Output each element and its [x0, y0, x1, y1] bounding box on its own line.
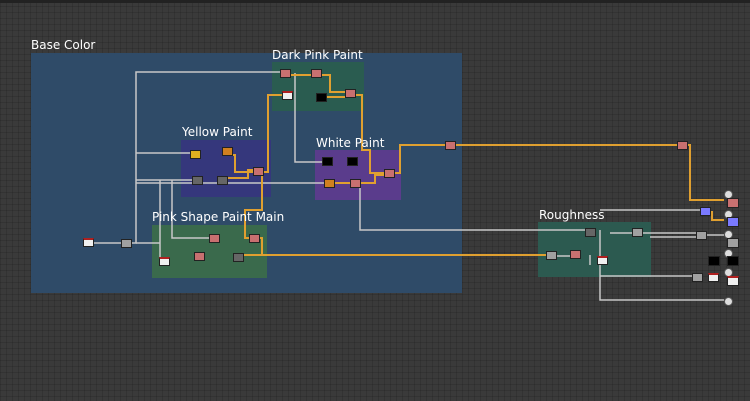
- node-input-mask[interactable]: [83, 238, 94, 247]
- wire: [244, 172, 263, 239]
- output-metallic[interactable]: [727, 256, 739, 266]
- frame-title-dark-pink-paint: Dark Pink Paint: [272, 48, 363, 62]
- node-base-color-blend[interactable]: [445, 141, 456, 150]
- output-normal[interactable]: [727, 217, 739, 227]
- node-white-noise-1[interactable]: [322, 157, 333, 166]
- node-roughness-2[interactable]: [570, 250, 581, 259]
- wire: [394, 144, 724, 201]
- output-height-icon[interactable]: [724, 297, 733, 306]
- node-dark-pink-mask[interactable]: [282, 91, 293, 100]
- wire: [262, 94, 287, 173]
- node-roughness-levels[interactable]: [632, 228, 643, 237]
- wire: [355, 94, 390, 174]
- node-pink-shape-blend-2[interactable]: [209, 234, 220, 243]
- node-roughness-mask[interactable]: [597, 256, 608, 265]
- node-roughness-1[interactable]: [546, 251, 557, 260]
- node-dark-pink-blend-2[interactable]: [311, 69, 322, 78]
- frame-title-base-color: Base Color: [31, 38, 96, 52]
- output-metallic-src[interactable]: [708, 256, 720, 266]
- node-pink-shape-level[interactable]: [233, 253, 244, 262]
- node-base-color-final[interactable]: [677, 141, 688, 150]
- output-basecolor[interactable]: [727, 198, 739, 208]
- node-yellow-color-1[interactable]: [190, 150, 201, 159]
- frame-title-white-paint: White Paint: [316, 136, 385, 150]
- wire: [359, 183, 590, 231]
- node-yellow-blend[interactable]: [253, 167, 264, 176]
- node-pink-shape-output[interactable]: [249, 234, 260, 243]
- node-normal[interactable]: [700, 207, 711, 216]
- node-yellow-mask-2[interactable]: [217, 176, 228, 185]
- node-roughness-out-pre[interactable]: [696, 231, 707, 240]
- node-connections: [92, 71, 724, 301]
- node-metallic-pre[interactable]: [692, 273, 703, 282]
- node-dark-pink-noise[interactable]: [316, 93, 327, 102]
- node-dark-pink-output[interactable]: [345, 89, 356, 98]
- node-yellow-color-2[interactable]: [222, 147, 233, 156]
- node-white-noise-2[interactable]: [347, 157, 358, 166]
- wire: [171, 180, 214, 239]
- node-ao-pre[interactable]: [708, 273, 719, 282]
- node-dark-pink-blend-1[interactable]: [280, 69, 291, 78]
- node-pink-shape-mask[interactable]: [159, 257, 170, 266]
- frame-title-roughness: Roughness: [539, 208, 605, 222]
- wire: [599, 230, 724, 301]
- frame-title-pink-shape-paint-main: Pink Shape Paint Main: [152, 210, 285, 224]
- output-roughness[interactable]: [727, 238, 739, 248]
- node-roughness-3[interactable]: [585, 228, 596, 237]
- node-yellow-mask-1[interactable]: [192, 176, 203, 185]
- node-pink-shape-blend-1[interactable]: [194, 252, 205, 261]
- node-blur[interactable]: [121, 239, 132, 248]
- output-ao[interactable]: [727, 276, 739, 286]
- node-white-blend-1[interactable]: [350, 179, 361, 188]
- node-white-color[interactable]: [324, 179, 335, 188]
- node-white-blend-2[interactable]: [384, 169, 395, 178]
- frame-title-yellow-paint: Yellow Paint: [182, 125, 253, 139]
